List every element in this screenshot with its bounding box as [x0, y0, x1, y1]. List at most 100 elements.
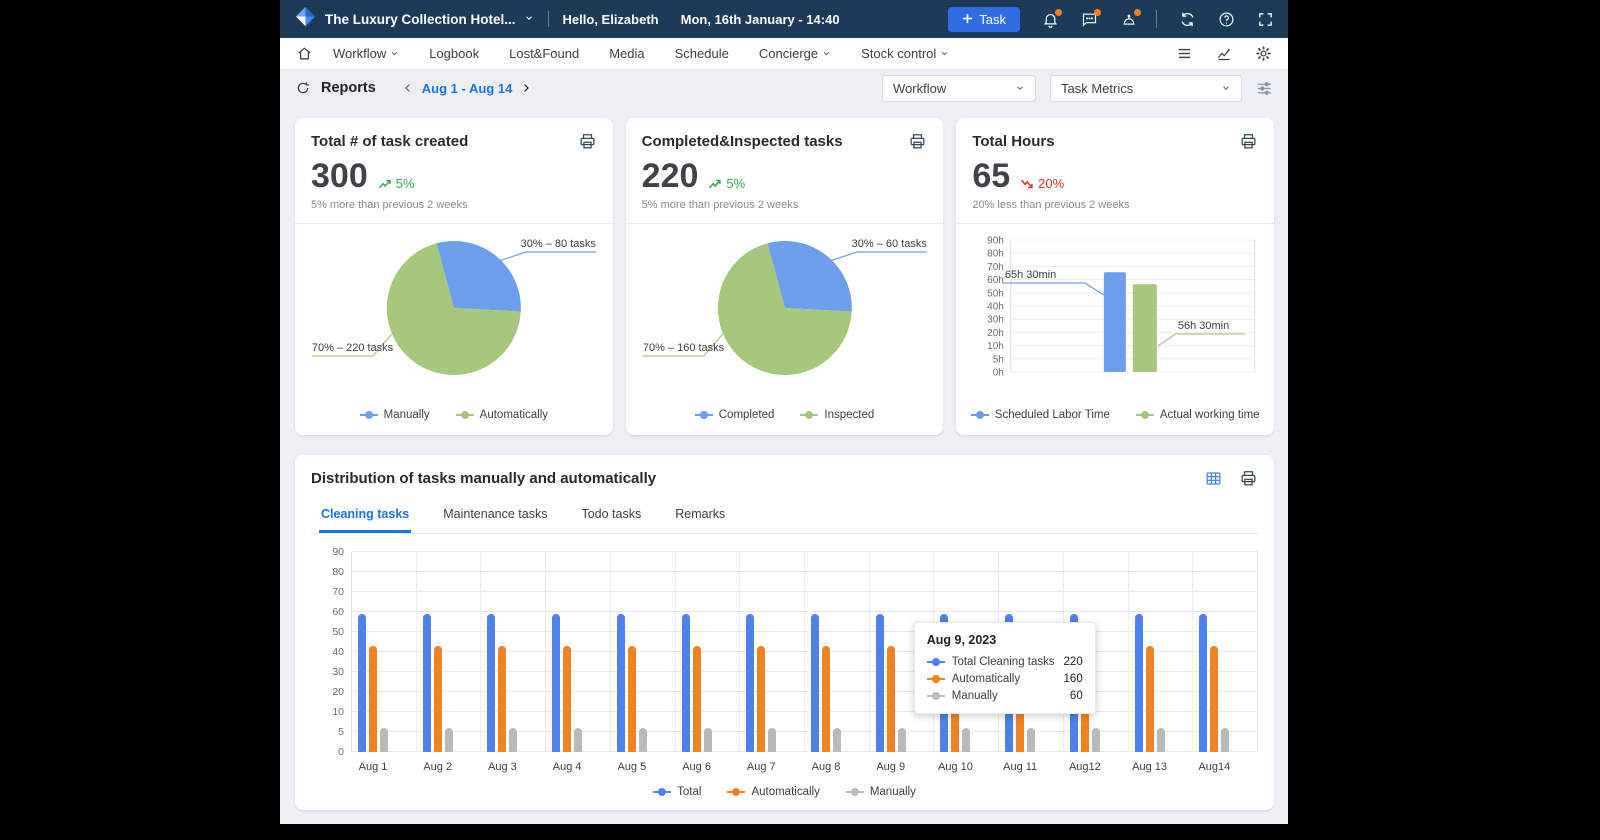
bar-total[interactable] — [811, 614, 819, 752]
bar-manually[interactable] — [380, 728, 388, 752]
legend-item-inspected[interactable]: Inspected — [800, 409, 874, 421]
printer-icon — [1239, 469, 1258, 488]
bar-automatically[interactable] — [822, 646, 830, 752]
bar-total[interactable] — [746, 614, 754, 752]
line-chart-icon[interactable] — [1215, 45, 1233, 62]
concierge-bell-icon[interactable] — [1120, 11, 1138, 28]
tooltip-row-total-cleaning-tasks: Total Cleaning tasks220 — [927, 656, 1083, 668]
service-badge — [1134, 9, 1141, 16]
bar-manually[interactable] — [445, 728, 453, 752]
date-range-nav: Aug 1 - Aug 14 — [402, 81, 533, 96]
chevron-right-icon[interactable] — [520, 82, 532, 94]
bar-automatically[interactable] — [887, 646, 895, 752]
help-icon[interactable] — [1218, 11, 1235, 28]
x-tick-label: Aug 3 — [479, 761, 525, 773]
bar-actual-working-time[interactable] — [1133, 284, 1157, 372]
legend-item-total[interactable]: Total — [653, 786, 701, 798]
refresh-icon[interactable] — [295, 80, 311, 96]
legend-item-completed[interactable]: Completed — [695, 409, 775, 421]
nav-item-media[interactable]: Media — [609, 46, 644, 61]
bar-automatically[interactable] — [628, 646, 636, 752]
filter-tune-icon[interactable] — [1256, 80, 1273, 97]
hotel-switcher[interactable]: The Luxury Collection Hotel... — [294, 5, 534, 33]
home-icon[interactable] — [296, 45, 313, 62]
bar-manually[interactable] — [1027, 728, 1035, 752]
bar-automatically[interactable] — [498, 646, 506, 752]
nav-item-concierge[interactable]: Concierge — [759, 46, 831, 61]
y-tick-label: 70h — [987, 262, 1004, 273]
print-button[interactable] — [908, 132, 927, 151]
y-tick-label: 70 — [316, 586, 344, 598]
bar-manually[interactable] — [704, 728, 712, 752]
bar-scheduled-labor-time[interactable] — [1104, 272, 1126, 372]
bar-manually[interactable] — [833, 728, 841, 752]
legend-item-actual-working-time[interactable]: Actual working time — [1136, 409, 1260, 421]
bar-manually[interactable] — [768, 728, 776, 752]
nav-item-schedule[interactable]: Schedule — [675, 46, 729, 61]
legend-item-manually[interactable]: Manually — [846, 786, 916, 798]
nav-item-stock-control[interactable]: Stock control — [861, 46, 949, 61]
fullscreen-icon[interactable] — [1257, 11, 1274, 28]
greeting-text: Hello, Elizabeth — [563, 12, 659, 27]
date-range-label[interactable]: Aug 1 - Aug 14 — [422, 81, 513, 96]
gear-icon[interactable] — [1255, 45, 1272, 62]
y-tick-label: 20 — [316, 686, 344, 698]
nav-item-workflow[interactable]: Workflow — [333, 46, 399, 61]
hamburger-menu-icon[interactable] — [1176, 45, 1193, 62]
notifications-bell-icon[interactable] — [1042, 11, 1059, 28]
printer-icon — [908, 132, 927, 151]
bar-automatically[interactable] — [369, 646, 377, 752]
bar-automatically[interactable] — [693, 646, 701, 752]
bar-automatically[interactable] — [1146, 646, 1154, 752]
chart-legend: Total Automatically Manually — [311, 786, 1258, 798]
y-tick-label: 0 — [316, 746, 344, 758]
bar-total[interactable] — [1135, 614, 1143, 752]
bar-manually[interactable] — [574, 728, 582, 752]
bar-manually[interactable] — [898, 728, 906, 752]
bar-manually[interactable] — [1221, 728, 1229, 752]
bar-automatically[interactable] — [563, 646, 571, 752]
bar-total[interactable] — [487, 614, 495, 752]
legend-item-automatically[interactable]: Automatically — [727, 786, 819, 798]
table-view-button[interactable] — [1204, 469, 1223, 488]
legend-item-manually[interactable]: Manually — [360, 409, 430, 421]
bar-total[interactable] — [876, 614, 884, 752]
print-button[interactable] — [1239, 132, 1258, 151]
bar-automatically[interactable] — [434, 646, 442, 752]
chevron-left-icon[interactable] — [402, 82, 414, 94]
messages-chat-icon[interactable] — [1081, 11, 1098, 28]
add-task-button[interactable]: Task — [948, 7, 1020, 32]
tab-cleaning-tasks[interactable]: Cleaning tasks — [319, 498, 411, 533]
print-button[interactable] — [578, 132, 597, 151]
bar-total[interactable] — [1199, 614, 1207, 752]
bar-automatically[interactable] — [1210, 646, 1218, 752]
app-window: The Luxury Collection Hotel... Hello, El… — [280, 0, 1288, 824]
chevron-down-icon — [1221, 81, 1231, 96]
tab-todo-tasks[interactable]: Todo tasks — [579, 498, 643, 533]
metric-select[interactable]: Task Metrics — [1050, 75, 1242, 102]
sync-icon[interactable] — [1179, 11, 1196, 28]
bar-manually[interactable] — [962, 728, 970, 752]
legend-item-scheduled-labor-time[interactable]: Scheduled Labor Time — [971, 409, 1110, 421]
bar-manually[interactable] — [639, 728, 647, 752]
nav-item-logbook[interactable]: Logbook — [429, 46, 479, 61]
bar-total[interactable] — [682, 614, 690, 752]
tab-maintenance-tasks[interactable]: Maintenance tasks — [441, 498, 549, 533]
x-tick-label: Aug 10 — [932, 761, 978, 773]
bar-total[interactable] — [617, 614, 625, 752]
bar-total[interactable] — [358, 614, 366, 752]
legend-marker — [927, 675, 945, 683]
bar-manually[interactable] — [1157, 728, 1165, 752]
bar-total[interactable] — [552, 614, 560, 752]
chart-column-aug-2: Aug 2 — [417, 552, 482, 752]
bar-manually[interactable] — [509, 728, 517, 752]
bar-automatically[interactable] — [757, 646, 765, 752]
legend-item-automatically[interactable]: Automatically — [456, 409, 548, 421]
category-select[interactable]: Workflow — [882, 75, 1036, 102]
legend-marker — [695, 411, 713, 419]
nav-item-lost-found[interactable]: Lost&Found — [509, 46, 579, 61]
bar-manually[interactable] — [1092, 728, 1100, 752]
tab-remarks[interactable]: Remarks — [673, 498, 727, 533]
bar-total[interactable] — [423, 614, 431, 752]
print-button[interactable] — [1239, 469, 1258, 488]
